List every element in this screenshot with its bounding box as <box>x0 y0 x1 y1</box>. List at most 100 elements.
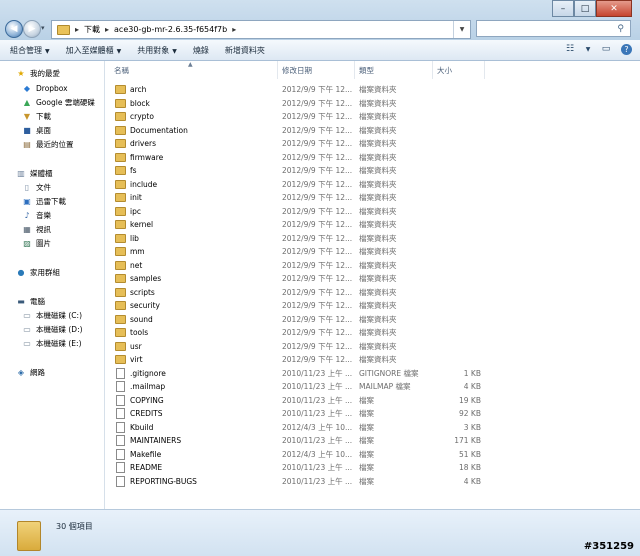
nav-item-drive-d[interactable]: ▭ 本機磁碟 (D:) <box>22 323 82 336</box>
file-type: GITIGNORE 檔案 <box>359 368 419 378</box>
file-row[interactable]: sound 2012/9/9 下午 12... 檔案資料夾 <box>105 313 640 326</box>
recent-pages-dropdown-icon[interactable]: ▾ <box>41 24 45 32</box>
nav-item-music[interactable]: ♪ 音樂 <box>22 209 51 222</box>
nav-item-videos[interactable]: ▦ 視訊 <box>22 223 51 236</box>
address-bar[interactable]: ▸ 下載 ▸ ace30-gb-mr-2.6.35-f654f7b ▸ ▼ <box>51 20 471 39</box>
nav-favorites[interactable]: ★ 我的最愛 <box>16 67 60 80</box>
nav-item-pictures[interactable]: ▨ 圖片 <box>22 237 51 250</box>
share-with-button[interactable]: 共用對象 ▼ <box>137 45 177 56</box>
file-size <box>437 137 481 150</box>
help-icon[interactable]: ? <box>621 43 632 55</box>
file-row[interactable]: virt 2012/9/9 下午 12... 檔案資料夾 <box>105 353 640 366</box>
file-row[interactable]: .mailmap 2010/11/23 上午 ... MAILMAP 檔案 4 KB <box>105 380 640 393</box>
file-name: include <box>130 179 158 189</box>
file-type: 檔案資料夾 <box>359 98 397 108</box>
file-row[interactable]: usr 2012/9/9 下午 12... 檔案資料夾 <box>105 340 640 353</box>
music-icon: ♪ <box>24 211 30 220</box>
minimize-button[interactable]: – <box>552 0 574 17</box>
file-row[interactable]: Kbuild 2012/4/3 上午 10... 檔案 3 KB <box>105 421 640 434</box>
file-name-cell: COPYING <box>115 394 164 407</box>
nav-item-drive-e[interactable]: ▭ 本機磁碟 (E:) <box>22 337 81 350</box>
close-button[interactable]: ✕ <box>596 0 632 17</box>
forward-button[interactable]: ▶ <box>23 20 41 38</box>
file-icon <box>116 381 125 392</box>
file-row[interactable]: lib 2012/9/9 下午 12... 檔案資料夾 <box>105 232 640 245</box>
nav-network[interactable]: ◈ 網路 <box>16 366 45 379</box>
file-name-cell: scripts <box>115 286 155 299</box>
file-row[interactable]: block 2012/9/9 下午 12... 檔案資料夾 <box>105 97 640 110</box>
breadcrumb-separator-icon[interactable]: ▸ <box>75 25 79 34</box>
file-name-cell: include <box>115 178 157 191</box>
file-row[interactable]: init 2012/9/9 下午 12... 檔案資料夾 <box>105 191 640 204</box>
nav-item-downloads[interactable]: ▼ 下載 <box>22 110 51 123</box>
burn-button[interactable]: 燒錄 <box>193 45 209 56</box>
file-size <box>437 124 481 137</box>
file-row[interactable]: COPYING 2010/11/23 上午 ... 檔案 19 KB <box>105 394 640 407</box>
breadcrumb-separator-icon[interactable]: ▸ <box>232 25 236 34</box>
file-row[interactable]: crypto 2012/9/9 下午 12... 檔案資料夾 <box>105 110 640 123</box>
file-name-cell: .mailmap <box>115 380 165 393</box>
column-header-type[interactable]: 類型 <box>355 61 433 79</box>
file-row[interactable]: .gitignore 2010/11/23 上午 ... GITIGNORE 檔案 1… <box>105 367 640 380</box>
nav-item-label: 文件 <box>36 183 51 192</box>
nav-item-drive-c[interactable]: ▭ 本機磁碟 (C:) <box>22 309 82 322</box>
window-title-bar: – □ ✕ ◀ ▶ ▾ ▸ 下載 ▸ ace30-gb-mr-2.6.35-f6… <box>0 0 640 40</box>
nav-item-desktop[interactable]: ■ 桌面 <box>22 124 51 137</box>
file-name-cell: Makefile <box>115 448 161 461</box>
maximize-button[interactable]: □ <box>574 0 596 17</box>
file-row[interactable]: mm 2012/9/9 下午 12... 檔案資料夾 <box>105 245 640 258</box>
search-input[interactable]: ⚲ <box>476 20 631 37</box>
address-dropdown-icon[interactable]: ▼ <box>453 21 470 38</box>
nav-homegroup[interactable]: ● 家用群組 <box>16 266 61 279</box>
file-row[interactable]: tools 2012/9/9 下午 12... 檔案資料夾 <box>105 326 640 339</box>
nav-libraries[interactable]: ▥ 媒體櫃 <box>16 167 52 180</box>
file-row[interactable]: scripts 2012/9/9 下午 12... 檔案資料夾 <box>105 286 640 299</box>
file-name: mm <box>130 247 145 256</box>
file-row[interactable]: drivers 2012/9/9 下午 12... 檔案資料夾 <box>105 137 640 150</box>
breadcrumb-separator-icon[interactable]: ▸ <box>105 25 109 34</box>
file-row[interactable]: kernel 2012/9/9 下午 12... 檔案資料夾 <box>105 218 640 231</box>
file-row[interactable]: include 2012/9/9 下午 12... 檔案資料夾 <box>105 178 640 191</box>
nav-item-recent-places[interactable]: ▤ 最近的位置 <box>22 138 73 151</box>
nav-item-dropbox[interactable]: ◆ Dropbox <box>22 82 68 95</box>
file-name: init <box>130 193 142 202</box>
file-name-cell: README <box>115 461 162 474</box>
file-row[interactable]: README 2010/11/23 上午 ... 檔案 18 KB <box>105 461 640 474</box>
file-row[interactable]: net 2012/9/9 下午 12... 檔案資料夾 <box>105 259 640 272</box>
file-row[interactable]: arch 2012/9/9 下午 12... 檔案資料夾 <box>105 83 640 96</box>
file-row[interactable]: Documentation 2012/9/9 下午 12... 檔案資料夾 <box>105 124 640 137</box>
file-row[interactable]: Makefile 2012/4/3 上午 10... 檔案 51 KB <box>105 448 640 461</box>
nav-item-thunder-downloads[interactable]: ▣ 迅雷下載 <box>22 195 66 208</box>
file-type: 檔案資料夾 <box>359 274 397 283</box>
organize-button[interactable]: 組合管理 ▼ <box>10 45 50 56</box>
back-button[interactable]: ◀ <box>5 20 23 38</box>
view-options-icon[interactable]: ☷ <box>563 43 577 55</box>
file-name: ipc <box>130 206 141 216</box>
nav-item-google-drive[interactable]: ▲ Google 雲端硬碟 <box>22 96 95 109</box>
file-row[interactable]: samples 2012/9/9 下午 12... 檔案資料夾 <box>105 272 640 285</box>
file-name: drivers <box>130 139 156 148</box>
column-header-name[interactable]: 名稱 <box>110 61 278 79</box>
breadcrumb-current-folder[interactable]: ace30-gb-mr-2.6.35-f654f7b <box>114 25 227 34</box>
file-row[interactable]: CREDITS 2010/11/23 上午 ... 檔案 92 KB <box>105 407 640 420</box>
file-row[interactable]: fs 2012/9/9 下午 12... 檔案資料夾 <box>105 164 640 177</box>
file-row[interactable]: ipc 2012/9/9 下午 12... 檔案資料夾 <box>105 205 640 218</box>
file-row[interactable]: REPORTING-BUGS 2010/11/23 上午 ... 檔案 4 KB <box>105 475 640 488</box>
nav-computer[interactable]: ▬ 電腦 <box>16 295 45 308</box>
chevron-down-icon[interactable]: ▼ <box>585 43 591 55</box>
google-drive-icon: ▲ <box>23 98 31 107</box>
file-row[interactable]: firmware 2012/9/9 下午 12... 檔案資料夾 <box>105 151 640 164</box>
nav-item-documents[interactable]: ▯ 文件 <box>22 181 51 194</box>
column-header-size[interactable]: 大小 <box>433 61 485 79</box>
column-header-date[interactable]: 修改日期 <box>278 61 355 79</box>
file-row[interactable]: MAINTAINERS 2010/11/23 上午 ... 檔案 171 KB <box>105 434 640 447</box>
include-in-library-button[interactable]: 加入至媒體櫃 ▼ <box>66 45 122 56</box>
preview-pane-icon[interactable]: ▭ <box>599 43 613 55</box>
new-folder-button[interactable]: 新增資料夾 <box>225 45 265 56</box>
file-name-cell: net <box>115 259 142 272</box>
file-row[interactable]: security 2012/9/9 下午 12... 檔案資料夾 <box>105 299 640 312</box>
file-type: MAILMAP 檔案 <box>359 382 411 391</box>
file-size <box>437 164 481 177</box>
breadcrumb-downloads[interactable]: 下載 <box>84 24 100 35</box>
file-size <box>437 151 481 164</box>
